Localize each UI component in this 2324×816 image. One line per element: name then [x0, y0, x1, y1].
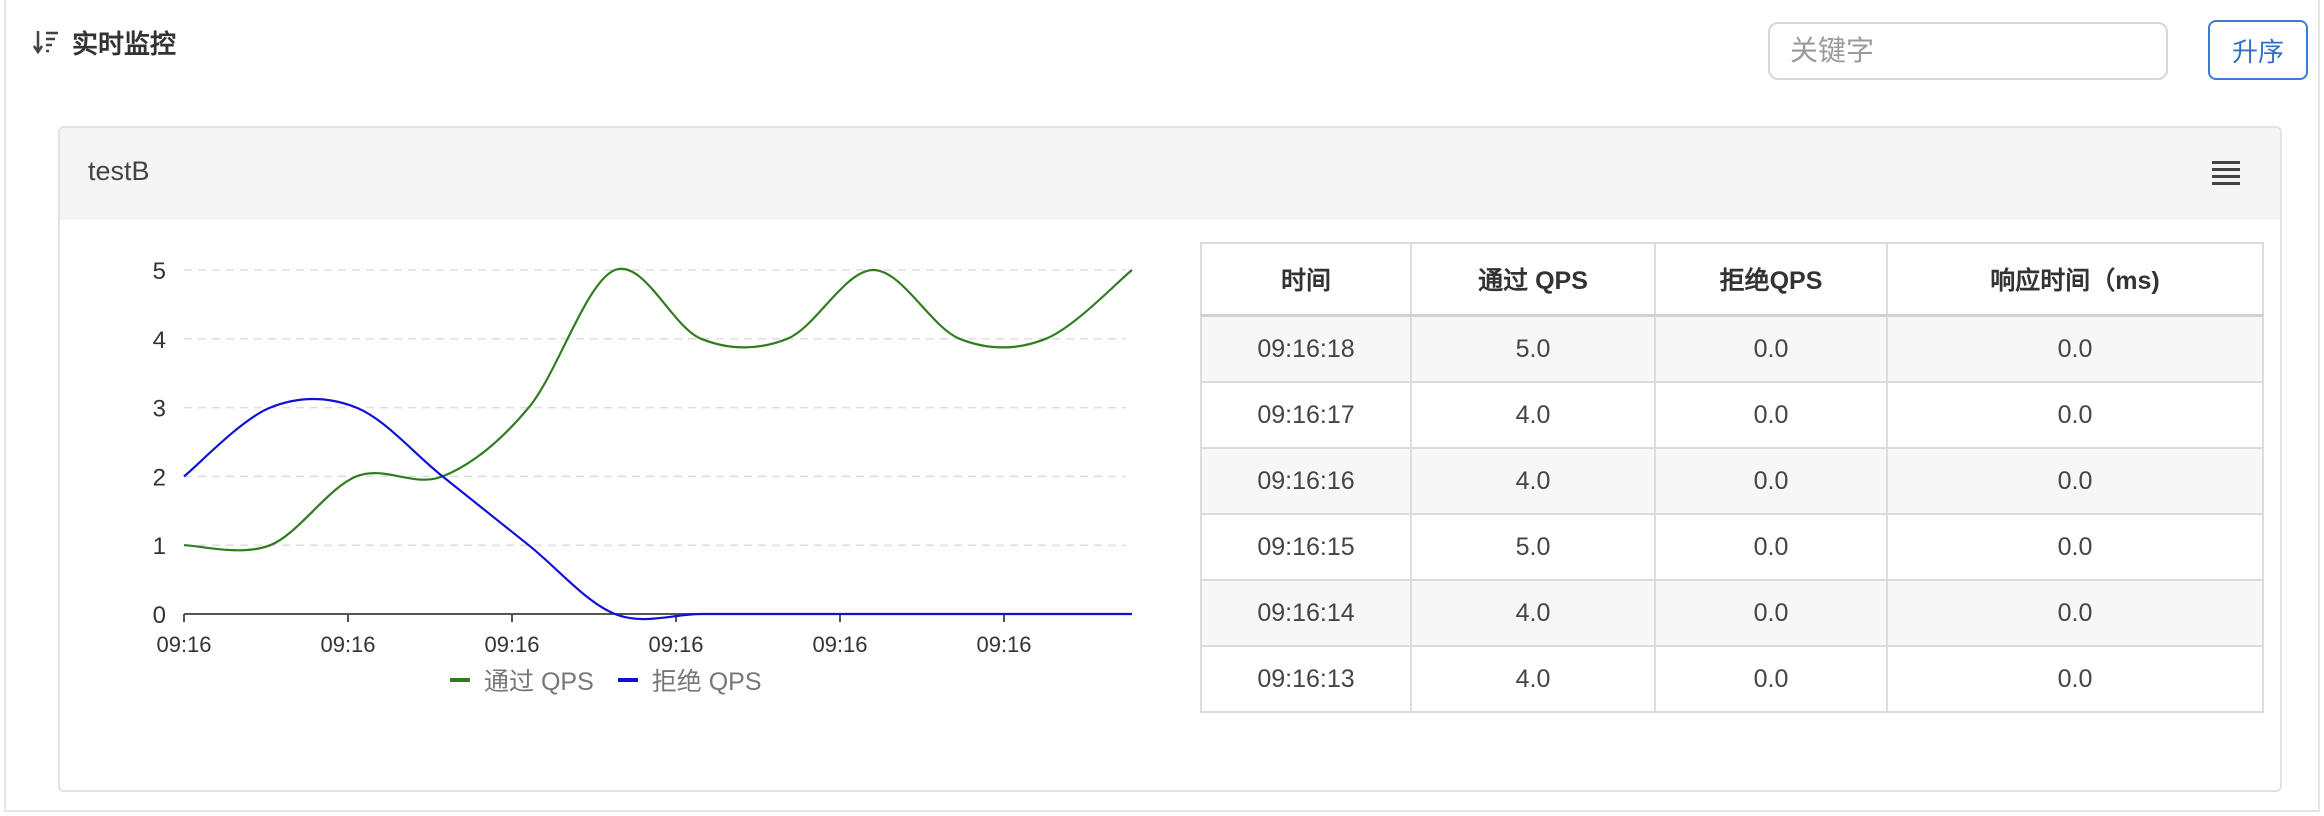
table-row: 09:16:16 4.0 0.0 0.0: [1200, 447, 2264, 515]
cell-block-qps: 0.0: [1654, 381, 1888, 449]
chart-legend: 通过 QPS 拒绝 QPS: [450, 662, 762, 698]
cell-rt: 0.0: [1886, 314, 2264, 383]
cell-time: 09:16:18: [1200, 314, 1412, 383]
cell-rt: 0.0: [1886, 579, 2264, 647]
cell-block-qps: 0.0: [1654, 645, 1888, 713]
cell-rt: 0.0: [1886, 381, 2264, 449]
cell-time: 09:16:14: [1200, 579, 1412, 647]
column-header-block-qps: 拒绝QPS: [1654, 242, 1888, 317]
menu-icon[interactable]: [2210, 158, 2242, 186]
qps-chart: 0 1 2 3 4 5 09:16 09:16 09:16 09:16 09:16 09:16 通过 …: [60, 218, 1180, 790]
column-header-time: 时间: [1200, 242, 1412, 317]
monitor-container: 实时监控 升序 testB 0 1 2 3 4 5 09:16 09:16 09:16 09:16…: [4, 0, 2320, 812]
qps-chart-svg: 0 1 2 3 4 5 09:16 09:16 09:16 09:16 09:16 09:16: [153, 258, 1133, 657]
legend-swatch-block: [617, 678, 638, 682]
resource-panel: testB 0 1 2 3 4 5 09:16 09:16 09:16 09:16 09:16 09:…: [58, 126, 2282, 792]
table-row: 09:16:13 4.0 0.0 0.0: [1200, 645, 2264, 713]
legend-swatch-pass: [450, 678, 470, 682]
cell-pass-qps: 4.0: [1410, 381, 1656, 449]
cell-time: 09:16:15: [1200, 513, 1412, 581]
legend-item-pass[interactable]: 通过 QPS: [450, 662, 594, 698]
search-input[interactable]: [1768, 22, 2168, 80]
cell-rt: 0.0: [1886, 645, 2264, 713]
header: 实时监控: [32, 24, 176, 60]
metrics-table: 时间 通过 QPS 拒绝QPS 响应时间（ms) 09:16:18 5.0 0.…: [1200, 242, 2264, 713]
column-header-pass-qps: 通过 QPS: [1410, 242, 1656, 317]
resource-title: testB: [88, 156, 150, 186]
column-header-rt: 响应时间（ms): [1886, 242, 2264, 317]
table-row: 09:16:17 4.0 0.0 0.0: [1200, 381, 2264, 449]
cell-block-qps: 0.0: [1654, 579, 1888, 647]
cell-block-qps: 0.0: [1654, 513, 1888, 581]
y-tick-label: 4: [153, 327, 166, 354]
y-tick-label: 1: [153, 533, 166, 560]
cell-time: 09:16:13: [1200, 645, 1412, 713]
cell-pass-qps: 5.0: [1410, 314, 1656, 383]
cell-pass-qps: 4.0: [1410, 447, 1656, 515]
cell-time: 09:16:16: [1200, 447, 1412, 515]
legend-item-block[interactable]: 拒绝 QPS: [617, 662, 762, 698]
cell-rt: 0.0: [1886, 513, 2264, 581]
y-tick-label: 0: [153, 602, 166, 629]
cell-rt: 0.0: [1886, 447, 2264, 515]
cell-pass-qps: 5.0: [1410, 513, 1656, 581]
x-tick-label: 09:16: [320, 632, 375, 657]
sort-ascending-button[interactable]: 升序: [2208, 20, 2308, 80]
table-row: 09:16:18 5.0 0.0 0.0: [1200, 314, 2264, 383]
x-tick-label: 09:16: [648, 632, 703, 657]
cell-block-qps: 0.0: [1654, 447, 1888, 515]
cell-pass-qps: 4.0: [1410, 645, 1656, 713]
y-tick-label: 2: [153, 464, 166, 491]
series-line-1: [183, 397, 1132, 621]
cell-block-qps: 0.0: [1654, 314, 1888, 383]
cell-time: 09:16:17: [1200, 381, 1412, 449]
legend-label-pass: 通过 QPS: [484, 668, 594, 696]
table-row: 09:16:14 4.0 0.0 0.0: [1200, 579, 2264, 647]
x-tick-label: 09:16: [156, 632, 211, 657]
y-tick-label: 5: [153, 258, 166, 285]
sort-descending-icon: [32, 31, 58, 55]
series-line-0: [183, 267, 1133, 552]
table-row: 09:16:15 5.0 0.0 0.0: [1200, 513, 2264, 581]
table-header-row: 时间 通过 QPS 拒绝QPS 响应时间（ms): [1200, 242, 2264, 317]
panel-header: testB: [60, 128, 2280, 219]
x-tick-label: 09:16: [976, 632, 1031, 657]
x-tick-label: 09:16: [812, 632, 867, 657]
cell-pass-qps: 4.0: [1410, 579, 1656, 647]
y-tick-label: 3: [153, 396, 166, 423]
legend-label-block: 拒绝 QPS: [651, 668, 762, 696]
page-title: 实时监控: [72, 28, 177, 59]
x-tick-label: 09:16: [484, 632, 539, 657]
